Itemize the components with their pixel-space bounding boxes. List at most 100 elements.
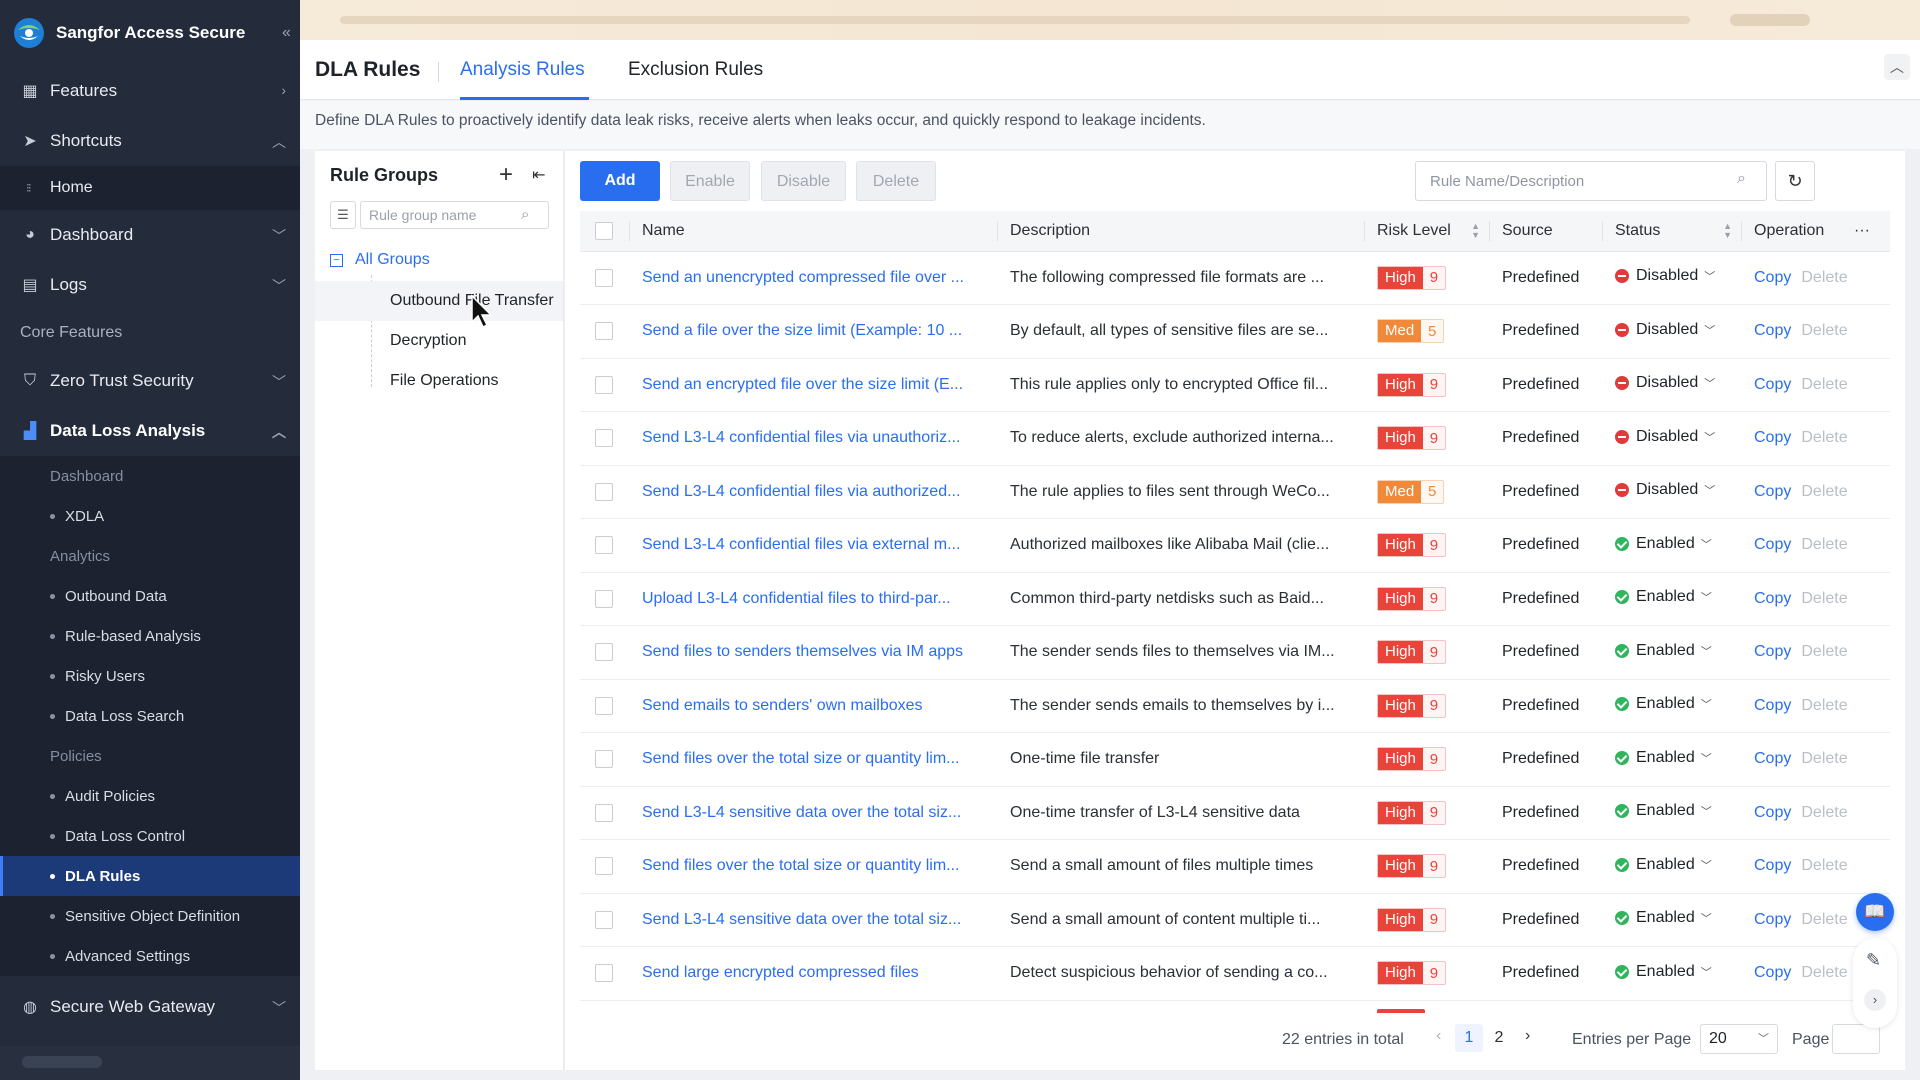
sidebar-item-audit-policies[interactable]: Audit Policies [0, 776, 300, 816]
delete-link[interactable]: Delete [1801, 964, 1847, 981]
copy-link[interactable]: Copy [1754, 804, 1791, 821]
row-select-cell[interactable] [580, 411, 630, 466]
row-checkbox[interactable] [595, 589, 613, 608]
tree-all-groups[interactable]: − All Groups [330, 251, 430, 269]
search-icon[interactable]: ⌕ [1737, 170, 1746, 188]
rule-name-link[interactable]: Upload L3-L4 confidential files to third… [642, 590, 951, 607]
table-row[interactable]: Send files over the total size or quanti… [580, 839, 1890, 894]
table-row[interactable]: Send L3-L4 sensitive data over the total… [580, 786, 1890, 840]
status-dropdown[interactable]: Enabled ﹀ [1615, 642, 1712, 660]
rule-name-cell[interactable]: Send L3-L4 confidential files via unauth… [630, 411, 998, 466]
table-row[interactable]: Send emails to senders' own mailboxes The… [580, 679, 1890, 733]
next-page-icon[interactable]: › [1525, 1027, 1530, 1045]
nav-data-loss-analysis[interactable]: ▟ Data Loss Analysis ︿ [0, 406, 300, 456]
status-cell[interactable]: Enabled ﹀ [1603, 786, 1742, 840]
rule-name-cell[interactable]: Send an encrypted file over the size lim… [630, 358, 998, 412]
tab-analysis-rules[interactable]: Analysis Rules [460, 59, 585, 81]
status-dropdown[interactable]: Enabled ﹀ [1615, 909, 1712, 927]
copy-link[interactable]: Copy [1754, 697, 1791, 714]
delete-link[interactable]: Delete [1801, 322, 1847, 339]
status-dropdown[interactable]: Disabled ﹀ [1615, 321, 1715, 339]
delete-link[interactable]: Delete [1801, 269, 1847, 286]
row-select-cell[interactable] [580, 946, 630, 1001]
rule-name-link[interactable]: Send an encrypted file over the size lim… [642, 376, 963, 393]
sidebar-item-outbound-data[interactable]: Outbound Data [0, 576, 300, 616]
page-jump-input[interactable] [1832, 1024, 1880, 1054]
delete-link[interactable]: Delete [1801, 643, 1847, 660]
add-group-icon[interactable]: + [499, 161, 513, 189]
rule-name-link[interactable]: Send a file over the size limit (Example… [642, 322, 962, 339]
status-cell[interactable]: Disabled ﹀ [1603, 251, 1742, 305]
table-row[interactable]: Send files to senders themselves via IM … [580, 625, 1890, 680]
rule-name-cell[interactable]: Send files to senders themselves via IM … [630, 625, 998, 680]
sidebar-collapse-icon[interactable]: « [282, 24, 291, 42]
collapse-panel-icon[interactable]: ⇤ [532, 165, 545, 185]
copy-link[interactable]: Copy [1754, 590, 1791, 607]
rule-name-cell[interactable]: Send emails to senders' own mailboxes [630, 679, 998, 733]
delete-link[interactable]: Delete [1801, 429, 1847, 446]
nav-home[interactable]: ⁝⁝ Home [0, 166, 300, 210]
rule-name-link[interactable]: Send L3-L4 confidential files via unauth… [642, 429, 960, 446]
row-checkbox[interactable] [595, 910, 613, 929]
rule-name-cell[interactable]: Send an unencrypted compressed file over… [630, 251, 998, 305]
column-settings[interactable]: ··· [1842, 211, 1890, 252]
rule-name-cell[interactable]: Send L3-L4 confidential files via author… [630, 465, 998, 519]
sort-icon[interactable]: ▲ ▼ [1471, 222, 1480, 240]
row-checkbox[interactable] [595, 322, 613, 341]
status-cell[interactable]: Disabled ﹀ [1603, 358, 1742, 412]
sort-icon[interactable]: ▲ ▼ [1723, 222, 1732, 240]
add-button[interactable]: Add [580, 161, 660, 201]
select-all-checkbox[interactable] [595, 221, 613, 240]
status-dropdown[interactable]: Enabled ﹀ [1615, 963, 1712, 981]
nav-shortcuts[interactable]: ➤ Shortcuts ︿ [0, 116, 300, 166]
more-icon[interactable]: ··· [1854, 222, 1870, 239]
status-dropdown[interactable]: Enabled ﹀ [1615, 695, 1712, 713]
tree-item-file-operations[interactable]: File Operations [315, 361, 563, 401]
table-row[interactable]: Send an unencrypted compressed file over… [580, 251, 1890, 305]
copy-link[interactable]: Copy [1754, 322, 1791, 339]
prev-page-icon[interactable]: ‹ [1436, 1027, 1441, 1045]
copy-link[interactable]: Copy [1754, 857, 1791, 874]
status-cell[interactable]: Enabled ﹀ [1603, 893, 1742, 947]
page-2-button[interactable]: 2 [1485, 1024, 1513, 1052]
page-1-button[interactable]: 1 [1455, 1024, 1483, 1052]
nav-features[interactable]: ▦ Features › [0, 66, 300, 116]
per-page-select[interactable]: 20 ﹀ [1700, 1024, 1778, 1054]
table-row[interactable]: Send large encrypted compressed files Det… [580, 946, 1890, 1001]
header-select-all[interactable] [580, 211, 630, 252]
rule-name-link[interactable]: Send an unencrypted compressed file over… [642, 269, 964, 286]
row-checkbox[interactable] [595, 964, 613, 983]
column-header-risk-level[interactable]: Risk Level ▲ ▼ [1365, 211, 1490, 252]
status-cell[interactable]: Enabled ﹀ [1603, 732, 1742, 787]
sidebar-item-sensitive-object-definition[interactable]: Sensitive Object Definition [0, 896, 300, 936]
delete-link[interactable]: Delete [1801, 376, 1847, 393]
status-cell[interactable]: Disabled ﹀ [1603, 304, 1742, 359]
copy-link[interactable]: Copy [1754, 429, 1791, 446]
chevron-right-icon[interactable]: › [1864, 989, 1886, 1011]
row-select-cell[interactable] [580, 304, 630, 359]
status-cell[interactable]: Enabled ﹀ [1603, 518, 1742, 573]
delete-link[interactable]: Delete [1801, 857, 1847, 874]
tab-exclusion-rules[interactable]: Exclusion Rules [628, 59, 763, 81]
row-select-cell[interactable] [580, 839, 630, 894]
tree-item-decryption[interactable]: Decryption [315, 321, 563, 361]
rule-name-link[interactable]: Send L3-L4 confidential files via author… [642, 483, 960, 500]
edit-icon[interactable]: ✎ [1866, 950, 1881, 971]
row-checkbox[interactable] [595, 643, 613, 662]
nav-secure-web-gateway[interactable]: ◍ Secure Web Gateway ﹀ [0, 982, 300, 1032]
status-dropdown[interactable]: Disabled ﹀ [1615, 428, 1715, 446]
status-cell[interactable]: Enabled ﹀ [1603, 679, 1742, 733]
collapse-node-icon[interactable]: − [330, 253, 343, 267]
rule-name-link[interactable]: Send files to senders themselves via IM … [642, 643, 963, 660]
delete-link[interactable]: Delete [1801, 750, 1847, 767]
sidebar-item-risky-users[interactable]: Risky Users [0, 656, 300, 696]
nav-zero-trust[interactable]: ⛉ Zero Trust Security ﹀ [0, 356, 300, 406]
sidebar-item-rule-based-analysis[interactable]: Rule-based Analysis [0, 616, 300, 656]
table-row[interactable]: Send L3-L4 confidential files via unauth… [580, 411, 1890, 466]
rule-name-link[interactable]: Send emails to senders' own mailboxes [642, 697, 923, 714]
status-cell[interactable]: Disabled ﹀ [1603, 411, 1742, 466]
status-dropdown[interactable]: Enabled ﹀ [1615, 802, 1712, 820]
rule-name-cell[interactable]: Send L3-L4 confidential files via extern… [630, 518, 998, 573]
copy-link[interactable]: Copy [1754, 376, 1791, 393]
status-cell[interactable]: Enabled ﹀ [1603, 946, 1742, 1001]
